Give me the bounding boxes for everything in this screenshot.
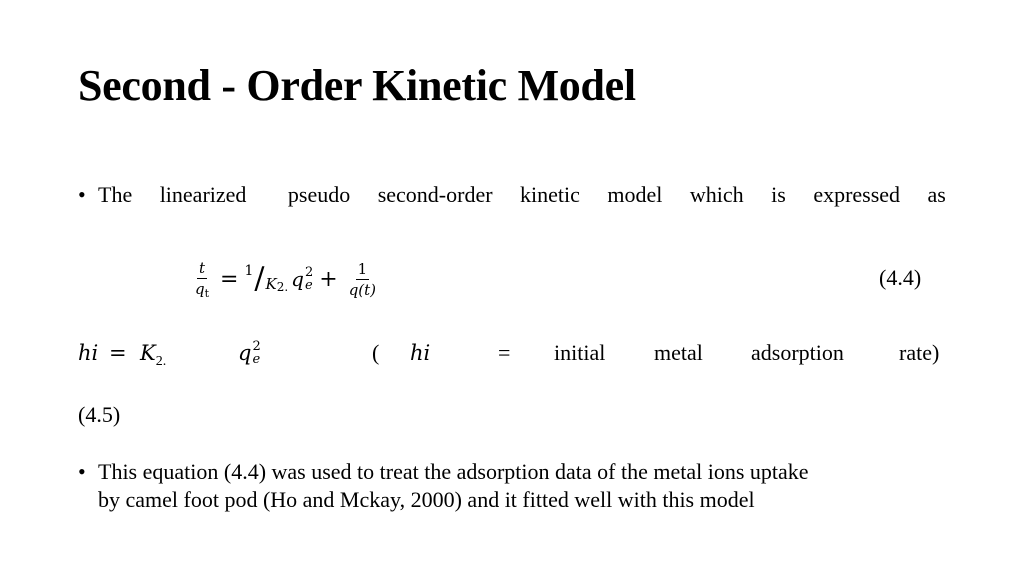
slash-fraction: 1 / K 2.: [244, 260, 289, 297]
numerator: t: [197, 258, 208, 279]
denominator: qt: [193, 279, 211, 300]
slash: /: [254, 260, 265, 296]
equation-number-4-5: (4.5): [78, 402, 121, 427]
numerator: 1: [355, 259, 370, 280]
plus-sign: +: [319, 266, 338, 292]
subscript: e: [304, 278, 313, 293]
slide: Second - Order Kinetic Model • The linea…: [0, 0, 1024, 576]
word: model: [607, 182, 663, 207]
q-symbol: q: [291, 267, 304, 291]
equals-sign: =: [498, 340, 511, 365]
denominator: q(t): [348, 280, 377, 299]
q-symbol: q: [195, 279, 205, 298]
k-symbol: K: [140, 341, 156, 365]
bullet-icon: •: [78, 182, 86, 207]
bullet-2-text: This equation (4.4) was used to treat th…: [98, 458, 968, 514]
subscript: t: [204, 286, 210, 300]
open-paren: (: [372, 340, 380, 365]
word: which: [689, 182, 744, 207]
word: linearized: [159, 182, 247, 207]
equation-number-4-4: (4.4): [879, 265, 922, 290]
subscript: 2.: [276, 280, 289, 294]
hi-symbol: hi: [78, 341, 99, 365]
word: initial: [554, 340, 606, 365]
sup-sub: 2 e: [305, 266, 313, 292]
word: pseudo: [287, 182, 351, 207]
word: The: [98, 182, 133, 207]
bullet-1-text: The linearized pseudo second-order kinet…: [98, 181, 946, 209]
subscript: e: [252, 352, 261, 367]
bullet-icon: •: [78, 459, 86, 484]
equation-4-5: hi = K2. q 2 e ( hi = initial metal adso…: [78, 336, 946, 370]
q-e-squared: q 2 e: [238, 336, 261, 370]
q-e-squared: q 2 e: [291, 266, 313, 292]
text-line: by camel foot pod (Ho and Mckay, 2000) a…: [98, 487, 755, 512]
word: adsorption: [751, 340, 844, 365]
fraction-1-over-qt: 1 q(t): [347, 260, 378, 299]
slide-title: Second - Order Kinetic Model: [78, 61, 636, 110]
word: metal: [654, 340, 703, 365]
equals-sign: =: [220, 266, 239, 292]
equation-4-4: t qt = 1 / K 2. q 2 e + 1 q(t): [190, 252, 381, 306]
fraction-t-over-qt: t qt: [193, 259, 211, 300]
word: rate): [899, 340, 940, 365]
text-line: This equation (4.4) was used to treat th…: [98, 459, 809, 484]
q-symbol: q: [238, 341, 252, 365]
numerator: 1: [244, 263, 254, 279]
word: is: [771, 182, 786, 207]
word: as: [927, 182, 946, 207]
k-symbol: K: [265, 275, 277, 293]
k2-symbol: K2.: [140, 336, 166, 374]
hi-symbol: hi: [410, 341, 431, 365]
word: kinetic: [520, 182, 580, 207]
sup-sub: 2 e: [252, 340, 260, 366]
word: second-order: [377, 182, 493, 207]
subscript: 2.: [155, 354, 167, 369]
equals-sign: =: [109, 341, 127, 365]
word: expressed: [813, 182, 901, 207]
